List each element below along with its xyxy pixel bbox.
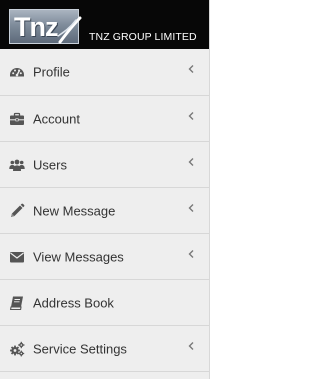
chevron-left-icon (187, 64, 195, 74)
logo-icon: Tnz (9, 9, 82, 44)
chevron-left-icon (187, 157, 195, 167)
sidebar-item-users[interactable]: Users (0, 142, 209, 188)
sidebar-item-label: Profile (33, 64, 70, 80)
chevron-left-icon (187, 203, 195, 213)
sidebar-item-account[interactable]: Account (0, 96, 209, 142)
chevron-left-icon (187, 249, 195, 259)
sidebar: Tnz TNZ GROUP LIMITED Profile Account Us… (0, 0, 210, 379)
sidebar-item-view-messages[interactable]: View Messages (0, 234, 209, 280)
envelope-icon (9, 249, 25, 265)
sidebar-item-label: Users (33, 157, 67, 172)
sidebar-item-label: Account (33, 111, 80, 126)
chevron-left-icon (187, 341, 195, 351)
sidebar-item-label: Service Settings (33, 341, 127, 356)
pencil-icon (9, 203, 25, 219)
sidebar-nav: Profile Account Users New Message View M… (0, 49, 209, 372)
sidebar-item-label: Address Book (33, 295, 114, 310)
brand-header[interactable]: Tnz TNZ GROUP LIMITED (0, 0, 209, 49)
book-icon (9, 295, 25, 311)
users-icon (9, 157, 25, 173)
sidebar-item-address-book[interactable]: Address Book (0, 280, 209, 326)
sidebar-item-new-message[interactable]: New Message (0, 188, 209, 234)
chevron-left-icon (187, 111, 195, 121)
sidebar-item-service-settings[interactable]: Service Settings (0, 326, 209, 372)
logo-swoosh-icon (57, 16, 82, 44)
sidebar-item-label: New Message (33, 203, 116, 218)
dashboard-icon (9, 64, 25, 80)
sidebar-item-label: View Messages (33, 249, 124, 264)
briefcase-icon (9, 111, 25, 127)
sidebar-item-profile[interactable]: Profile (0, 49, 209, 96)
logo-mark: Tnz (14, 12, 58, 42)
cogs-icon (9, 341, 25, 357)
company-name: TNZ GROUP LIMITED (89, 31, 197, 43)
